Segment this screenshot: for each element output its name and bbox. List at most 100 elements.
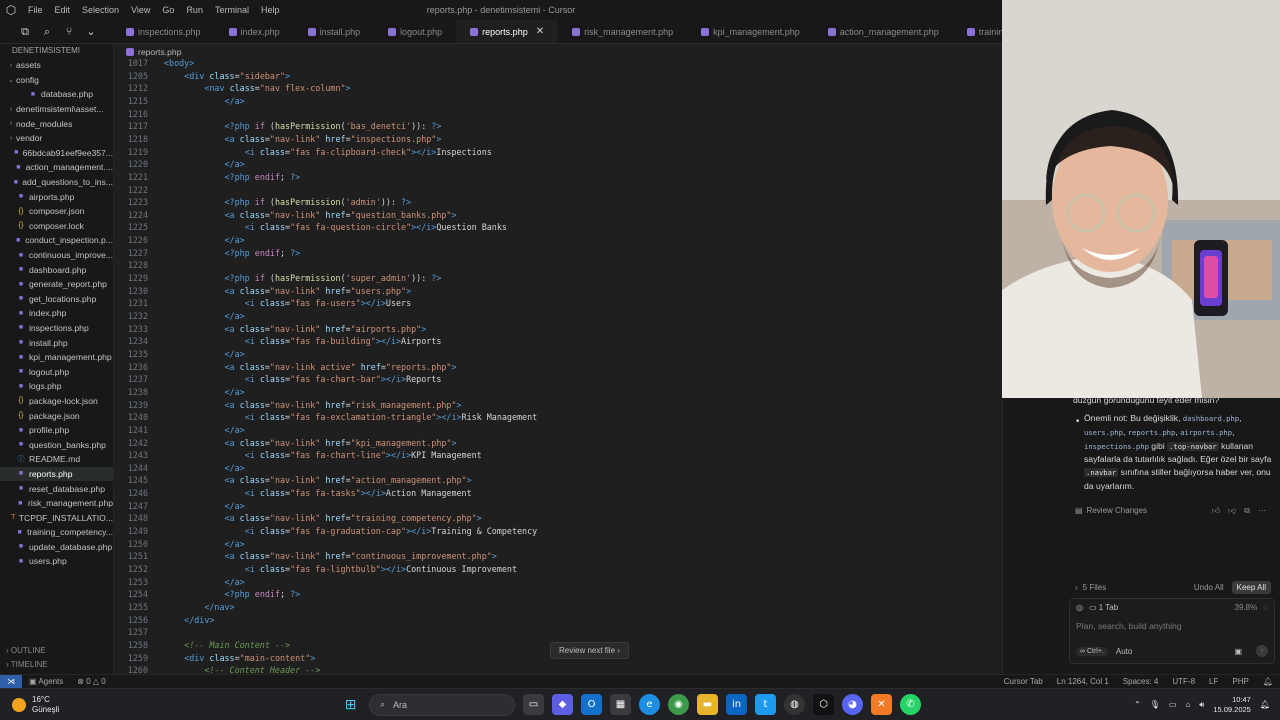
tree-folder[interactable]: › node_modules bbox=[0, 116, 113, 131]
network-icon[interactable]: ⌂ bbox=[1185, 700, 1190, 709]
search-icon[interactable]: ⌕ bbox=[40, 25, 54, 39]
code-line[interactable]: 1235 </a> bbox=[114, 349, 1002, 362]
indentation-status[interactable]: Spaces: 4 bbox=[1116, 677, 1166, 686]
at-icon[interactable]: ◎ bbox=[1076, 603, 1083, 612]
code-line[interactable]: 1238 </a> bbox=[114, 387, 1002, 400]
explorer-root[interactable]: DENETIMSISTEMI bbox=[0, 44, 113, 58]
undo-all-button[interactable]: Undo All bbox=[1194, 583, 1224, 592]
linkedin-icon[interactable]: in bbox=[726, 694, 747, 715]
tab-training-compe[interactable]: training_compe bbox=[953, 20, 1002, 43]
code-line[interactable]: 1250 </a> bbox=[114, 539, 1002, 552]
code-line[interactable]: 1241 </a> bbox=[114, 425, 1002, 438]
tree-file[interactable]: ■ users.php bbox=[0, 554, 113, 569]
tree-file[interactable]: ■ add_questions_to_ins... bbox=[0, 175, 113, 190]
code-line[interactable]: 1232 </a> bbox=[114, 311, 1002, 324]
twitter-icon[interactable]: t bbox=[755, 694, 776, 715]
context-tab-chip[interactable]: ▭ 1 Tab bbox=[1089, 603, 1118, 612]
chat-input-placeholder[interactable]: Plan, search, build anything bbox=[1076, 621, 1182, 631]
model-selector[interactable]: Auto bbox=[1116, 647, 1132, 656]
weather-widget[interactable]: 16°C Güneşli bbox=[0, 695, 340, 715]
code-line[interactable]: 1226 </a> bbox=[114, 235, 1002, 248]
code-line[interactable]: 1225 <i class="fas fa-question-circle"><… bbox=[114, 222, 1002, 235]
tree-file[interactable]: ■ install.php bbox=[0, 335, 113, 350]
copilot-icon[interactable]: ◆ bbox=[552, 694, 573, 715]
breadcrumb[interactable]: reports.php bbox=[114, 44, 1002, 58]
cursor-app-icon[interactable]: ⬡ bbox=[813, 694, 834, 715]
outline-section[interactable]: › OUTLINE bbox=[0, 646, 113, 655]
menu-view[interactable]: View bbox=[125, 5, 156, 15]
code-line[interactable]: 1234 <i class="fas fa-building"></i>Airp… bbox=[114, 336, 1002, 349]
code-line[interactable]: 1249 <i class="fas fa-graduation-cap"></… bbox=[114, 526, 1002, 539]
agents-status[interactable]: ▣ Agents bbox=[22, 677, 70, 686]
code-line[interactable]: 1216 bbox=[114, 109, 1002, 122]
tree-file[interactable]: ■ 66bdcab91eef9ee357... bbox=[0, 146, 113, 161]
chevron-right-icon[interactable]: › bbox=[1075, 583, 1078, 592]
tree-file[interactable]: ■ kpi_management.php bbox=[0, 350, 113, 365]
tree-file[interactable]: ■ action_management.... bbox=[0, 160, 113, 175]
tree-folder[interactable]: ⌄ config bbox=[0, 73, 113, 88]
task-view-icon[interactable]: ▭ bbox=[523, 694, 544, 715]
code-line[interactable]: 1233 <a class="nav-link" href="airports.… bbox=[114, 324, 1002, 337]
send-button[interactable]: ↑ bbox=[1256, 645, 1268, 657]
code-line[interactable]: 1231 <i class="fas fa-users"></i>Users bbox=[114, 298, 1002, 311]
explorer-icon[interactable]: ⧉ bbox=[18, 25, 32, 39]
code-line[interactable]: 1248 <a class="nav-link" href="training_… bbox=[114, 513, 1002, 526]
tree-file[interactable]: {} composer.lock bbox=[0, 219, 113, 234]
problems-status[interactable]: ⊗ 0 △ 0 bbox=[70, 677, 112, 686]
keep-all-button[interactable]: Keep All bbox=[1231, 580, 1271, 594]
remote-icon[interactable]: ⋊ bbox=[0, 674, 22, 689]
mode-shortcut-chip[interactable]: ∞ Ctrl+. bbox=[1076, 646, 1108, 656]
code-line[interactable]: 1252 <i class="fas fa-lightbulb"></i>Con… bbox=[114, 564, 1002, 577]
tree-file[interactable]: ■ airports.php bbox=[0, 189, 113, 204]
code-line[interactable]: 1251 <a class="nav-link" href="continuou… bbox=[114, 551, 1002, 564]
code-line[interactable]: 1246 <i class="fas fa-tasks"></i>Action … bbox=[114, 488, 1002, 501]
tree-file[interactable]: ■ update_database.php bbox=[0, 540, 113, 555]
cursor-position[interactable]: Ln 1264, Col 1 bbox=[1050, 677, 1116, 686]
menu-run[interactable]: Run bbox=[180, 5, 209, 15]
tree-file[interactable]: {} package.json bbox=[0, 408, 113, 423]
edge-icon[interactable]: e bbox=[639, 694, 660, 715]
tab-action-management-php[interactable]: action_management.php bbox=[814, 20, 953, 43]
chat-input-box[interactable]: ◎ ▭ 1 Tab 39.8% ◌ Plan, search, build an… bbox=[1069, 598, 1275, 664]
code-line[interactable]: 1237 <i class="fas fa-chart-bar"></i>Rep… bbox=[114, 374, 1002, 387]
chevron-up-icon[interactable]: ⌃ bbox=[1134, 700, 1141, 709]
code-line[interactable]: 1218 <a class="nav-link" href="inspectio… bbox=[114, 134, 1002, 147]
file-explorer-icon[interactable]: ▬ bbox=[697, 694, 718, 715]
tree-file[interactable]: ■ index.php bbox=[0, 306, 113, 321]
code-line[interactable]: 1217 <?php if (hasPermission('bas_denetc… bbox=[114, 121, 1002, 134]
encoding-status[interactable]: UTF-8 bbox=[1165, 677, 1202, 686]
tree-file[interactable]: ⓘ README.md bbox=[0, 452, 113, 467]
code-line[interactable]: 1221 <?php endif; ?> bbox=[114, 172, 1002, 185]
code-line[interactable]: 1223 <?php if (hasPermission('admin')): … bbox=[114, 197, 1002, 210]
timeline-section[interactable]: › TIMELINE bbox=[0, 660, 113, 669]
whatsapp-icon[interactable]: ✆ bbox=[900, 694, 921, 715]
code-line[interactable]: 1257 bbox=[114, 627, 1002, 640]
code-line[interactable]: 1230 <a class="nav-link" href="users.php… bbox=[114, 286, 1002, 299]
tree-file[interactable]: ■ get_locations.php bbox=[0, 292, 113, 307]
tab-index-php[interactable]: index.php bbox=[215, 20, 294, 43]
review-next-file-button[interactable]: Review next file › bbox=[550, 642, 629, 659]
tree-file[interactable]: ■ reset_database.php bbox=[0, 481, 113, 496]
code-line[interactable]: 1219 <i class="fas fa-clipboard-check"><… bbox=[114, 147, 1002, 160]
tab-install-php[interactable]: install.php bbox=[294, 20, 375, 43]
notification-bell-icon[interactable]: 🔔︎ bbox=[1260, 700, 1270, 709]
code-line[interactable]: 1227 <?php endif; ?> bbox=[114, 248, 1002, 261]
tree-file[interactable]: ■ reports.php bbox=[0, 466, 113, 482]
tree-folder[interactable]: › vendor bbox=[0, 131, 113, 146]
tree-folder[interactable]: › assets bbox=[0, 58, 113, 73]
image-icon[interactable]: ▣ bbox=[1234, 647, 1242, 656]
code-line[interactable]: 1240 <i class="fas fa-exclamation-triang… bbox=[114, 412, 1002, 425]
tree-file[interactable]: ■ database.php bbox=[0, 87, 113, 102]
close-icon[interactable]: ✕ bbox=[536, 26, 544, 37]
tree-file[interactable]: {} composer.json bbox=[0, 204, 113, 219]
menu-edit[interactable]: Edit bbox=[49, 5, 77, 15]
code-line[interactable]: 1255 </nav> bbox=[114, 602, 1002, 615]
xampp-icon[interactable]: ✕ bbox=[871, 694, 892, 715]
windows-start-icon[interactable]: ⊞ bbox=[340, 694, 361, 715]
tree-file[interactable]: ■ profile.php bbox=[0, 423, 113, 438]
code-line[interactable]: 1243 <i class="fas fa-chart-line"></i>KP… bbox=[114, 450, 1002, 463]
menu-help[interactable]: Help bbox=[255, 5, 286, 15]
thumbs-down-icon[interactable]: 👎︎ bbox=[1228, 506, 1236, 516]
code-line[interactable]: 1244 </a> bbox=[114, 463, 1002, 476]
code-editor[interactable]: reports.php 1017 <body> 1205 <div class="s… bbox=[114, 44, 1002, 674]
